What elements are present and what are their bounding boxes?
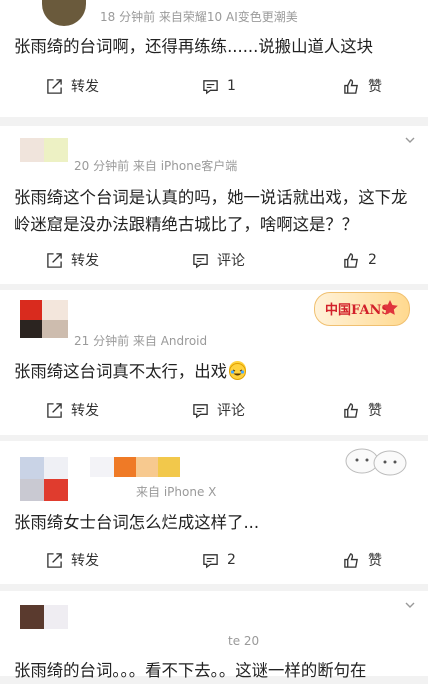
- comment-text: 张雨绮女士台词怎么烂成这样了...: [14, 513, 260, 532]
- comment-icon: [203, 553, 218, 568]
- like-button[interactable]: 赞: [343, 390, 382, 430]
- repost-label: 转发: [71, 253, 99, 269]
- repost-button[interactable]: 转发: [46, 240, 99, 280]
- repost-label: 转发: [71, 553, 99, 569]
- comment-card[interactable]: 18 分钟前 来自荣耀10 AI变色更潮美 张雨绮的台词啊，还得再练练.....…: [0, 0, 428, 117]
- image-mosaic: [136, 457, 158, 477]
- comment-button[interactable]: 2: [202, 540, 236, 580]
- comment-meta: 20 分钟前 来自 iPhone客户端: [74, 159, 238, 173]
- sticker-decoration: [345, 448, 407, 476]
- comment-button[interactable]: 1: [202, 66, 236, 106]
- like-label: 赞: [368, 403, 382, 419]
- repost-button[interactable]: 转发: [46, 66, 99, 106]
- repost-label: 转发: [71, 79, 99, 95]
- repost-icon: [47, 78, 62, 94]
- comment-meta: 21 分钟前 来自 Android: [74, 334, 208, 348]
- action-bar: 转发 评论 2: [0, 240, 428, 280]
- comment-card[interactable]: te 20 张雨绮的台词。。。看不下去。。这谜一样的断句在: [0, 591, 428, 680]
- comment-icon: [193, 253, 208, 268]
- like-button[interactable]: 赞: [343, 540, 382, 580]
- comment-label: 评论: [217, 253, 245, 269]
- comment-icon: [203, 79, 218, 94]
- comment-meta: 来自 iPhone X: [136, 485, 217, 499]
- like-label: 赞: [368, 553, 382, 569]
- image-mosaic: [158, 457, 180, 477]
- like-label: 赞: [368, 79, 382, 95]
- like-icon: [344, 552, 358, 568]
- comment-meta: te 20: [228, 634, 260, 648]
- comment-button[interactable]: 评论: [192, 240, 245, 280]
- repost-icon: [47, 252, 62, 268]
- comment-text: 张雨绮的台词啊，还得再练练......说搬山道人这块: [14, 37, 374, 56]
- like-count: 2: [368, 252, 377, 268]
- comment-card[interactable]: 来自 iPhone X 张雨绮女士台词怎么烂成这样了... 转发 2 赞: [0, 441, 428, 584]
- avatar[interactable]: [20, 138, 68, 168]
- image-mosaic: [114, 457, 136, 477]
- comment-meta: 18 分钟前 来自荣耀10 AI变色更潮美: [100, 10, 298, 24]
- chevron-down-icon[interactable]: [404, 599, 416, 611]
- laugh-cry-emoji-icon: [229, 361, 247, 380]
- like-button[interactable]: 2: [343, 240, 377, 280]
- avatar[interactable]: [20, 300, 68, 338]
- repost-button[interactable]: 转发: [46, 390, 99, 430]
- repost-label: 转发: [71, 403, 99, 419]
- comment-text: 张雨绮的台词。。。看不下去。。这谜一样的断句在: [14, 661, 367, 680]
- avatar[interactable]: [20, 605, 68, 639]
- comment-card[interactable]: 中国FANS 21 分钟前 来自 Android 张雨绮这台词真不太行，出戏 转…: [0, 290, 428, 435]
- repost-icon: [47, 402, 62, 418]
- comment-button[interactable]: 评论: [192, 390, 245, 430]
- like-icon: [344, 252, 358, 268]
- fans-badge: 中国FANS: [314, 292, 410, 326]
- avatar[interactable]: [20, 457, 68, 501]
- comment-icon: [193, 403, 208, 418]
- like-icon: [344, 402, 358, 418]
- action-bar: 转发 1 赞: [0, 66, 428, 106]
- comment-count: 2: [227, 552, 236, 568]
- repost-button[interactable]: 转发: [46, 540, 99, 580]
- like-button[interactable]: 赞: [343, 66, 382, 106]
- comment-count: 1: [227, 78, 236, 94]
- chevron-down-icon[interactable]: [404, 134, 416, 146]
- repost-icon: [47, 552, 62, 568]
- action-bar: 转发 2 赞: [0, 540, 428, 580]
- comment-text: 张雨绮这个台词是认真的吗，她一说话就出戏，这下龙岭迷窟是没办法跟精绝古城比了，啥…: [14, 188, 408, 234]
- comment-text: 张雨绮这台词真不太行，出戏: [14, 358, 418, 385]
- comment-label: 评论: [217, 403, 245, 419]
- comment-text-content: 张雨绮这台词真不太行，出戏: [14, 362, 228, 381]
- action-bar: 转发 评论 赞: [0, 390, 428, 430]
- comment-card[interactable]: 20 分钟前 来自 iPhone客户端 张雨绮这个台词是认真的吗，她一说话就出戏…: [0, 126, 428, 284]
- star-icon: [382, 300, 398, 315]
- image-mosaic: [90, 457, 114, 477]
- like-icon: [344, 78, 358, 94]
- avatar[interactable]: [42, 0, 86, 26]
